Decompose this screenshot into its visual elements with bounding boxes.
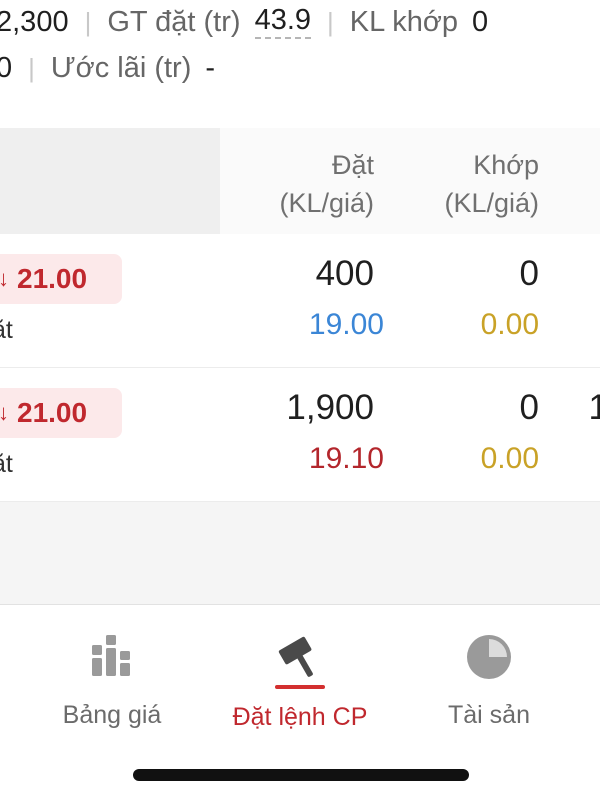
separator: | xyxy=(84,6,92,37)
empty-list-area xyxy=(0,502,600,604)
order-quantity: 1,900 xyxy=(286,388,374,427)
next-column-partial: 1 xyxy=(588,388,600,427)
order-side-label: ặt xyxy=(0,316,13,344)
order-price: 21.00 xyxy=(17,263,88,294)
order-price-value: 19.00 xyxy=(308,308,384,341)
header-matched-column: Khớp (KL/giá) xyxy=(444,146,539,222)
nav-item-price-board[interactable]: Bảng giá xyxy=(12,631,212,751)
nav-item-place-order[interactable]: Đặt lệnh CP xyxy=(200,631,400,751)
matched-quantity: 0 xyxy=(519,254,539,293)
order-value-label: GT đặt (tr) xyxy=(107,5,241,38)
matched-volume-value: 0 xyxy=(472,5,489,38)
header-order-title: Đặt xyxy=(331,150,374,180)
header-order-subtitle: (KL/giá) xyxy=(279,188,374,218)
header-left-column xyxy=(0,128,220,234)
table-row[interactable]: ↓ 21.00 ặt 1,900 19.10 0 0.00 1 xyxy=(0,368,600,502)
header-matched-subtitle: (KL/giá) xyxy=(444,188,539,218)
matched-price: 0.00 xyxy=(480,308,539,341)
matched-quantity: 0 xyxy=(519,388,539,427)
pie-chart-icon xyxy=(467,635,511,679)
estimated-profit-label: Ước lãi (tr) xyxy=(50,51,192,84)
header-order-column: Đặt (KL/giá) xyxy=(279,146,374,222)
arrow-down-icon: ↓ xyxy=(0,400,9,425)
order-quantity: 400 xyxy=(315,254,374,293)
table-header: Đặt (KL/giá) Khớp (KL/giá) xyxy=(0,128,600,234)
bottom-navigation: Bảng giá Đặt lệnh CP Tài sản xyxy=(0,604,600,800)
table-row[interactable]: ↓ 21.00 ặt 400 19.00 0 0.00 xyxy=(0,234,600,368)
nav-label: Bảng giá xyxy=(62,701,162,729)
gavel-icon xyxy=(278,636,313,677)
order-price-badge: ↓ 21.00 xyxy=(0,388,122,438)
order-side-label: ặt xyxy=(0,450,13,478)
order-value[interactable]: 43.9 xyxy=(254,5,312,39)
nav-item-assets[interactable]: Tài sản xyxy=(389,631,589,751)
arrow-down-icon: ↓ xyxy=(0,266,9,291)
active-indicator xyxy=(275,685,325,689)
nav-label: Tài sản xyxy=(448,701,530,729)
order-summary-line-2: 0 | Ước lãi (tr) - xyxy=(0,46,215,90)
nav-label: Đặt lệnh CP xyxy=(232,703,368,731)
order-price-value: 19.10 xyxy=(308,442,384,475)
estimated-profit-value: - xyxy=(205,51,216,84)
matched-price: 0.00 xyxy=(480,442,539,475)
home-indicator[interactable] xyxy=(133,769,469,781)
header-matched-title: Khớp xyxy=(473,150,539,180)
matched-volume-label: KL khớp xyxy=(349,5,459,38)
order-price-badge: ↓ 21.00 xyxy=(0,254,122,304)
header-right-columns xyxy=(220,128,600,234)
separator: | xyxy=(327,6,334,37)
order-price: 21.00 xyxy=(17,397,88,428)
bar-chart-icon xyxy=(92,635,130,676)
total-quantity-value: 2,300 xyxy=(0,5,69,38)
order-book-screen: 2,300 | GT đặt (tr) 43.9 | KL khớp 0 0 |… xyxy=(0,0,600,800)
matched-value: 0 xyxy=(0,51,13,84)
separator: | xyxy=(28,52,35,83)
order-summary-line-1: 2,300 | GT đặt (tr) 43.9 | KL khớp 0 xyxy=(0,0,488,44)
